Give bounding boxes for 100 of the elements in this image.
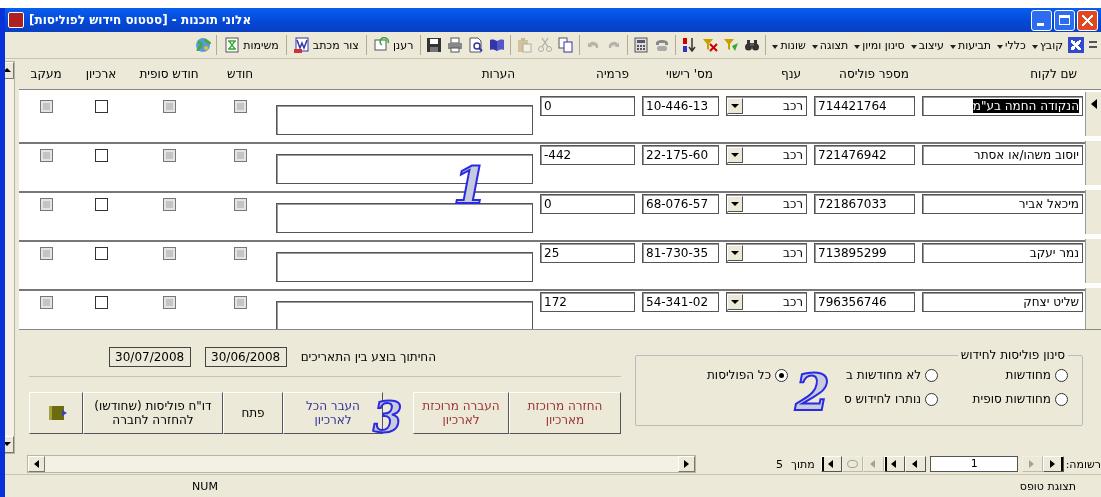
premium-field[interactable]: 0 [540, 194, 635, 214]
branch-dropdown[interactable]: רכב [726, 96, 807, 116]
column-header: חודש [225, 67, 255, 81]
license-number-field[interactable]: 10-446-13 [642, 96, 719, 116]
next-record-button[interactable] [904, 456, 926, 472]
dropdown-button[interactable] [727, 294, 743, 310]
license-number-field[interactable]: 22-175-60 [642, 145, 719, 165]
to-date-field[interactable]: 30/07/2008 [108, 347, 191, 367]
from-date-field[interactable]: 30/06/2008 [204, 347, 287, 367]
customer-name-field[interactable]: נמר יעקב [922, 243, 1083, 263]
telephone-icon[interactable] [654, 37, 671, 53]
callout-number: 2 [795, 368, 830, 418]
tasks-button[interactable]: משימות [222, 37, 281, 53]
branch-dropdown[interactable]: רכב [726, 145, 807, 165]
customer-name-field[interactable]: הנקודה החמה בע"מ [922, 96, 1083, 116]
policy-number-field[interactable]: 714421764 [814, 96, 915, 116]
record-selector[interactable] [1085, 92, 1101, 136]
num-lock-indicator: NUM [191, 479, 219, 493]
notes-field[interactable] [276, 252, 533, 282]
horizontal-scrollbar[interactable] [27, 455, 696, 473]
premium-field[interactable]: 0 [540, 96, 635, 116]
first-record-button[interactable] [1042, 456, 1064, 472]
premium-field[interactable]: -442 [540, 145, 635, 165]
close-form-icon[interactable] [1068, 37, 1084, 53]
checkbox[interactable] [94, 149, 108, 162]
column-header: שם לקוח [1029, 67, 1078, 81]
last-record-button[interactable] [820, 456, 842, 472]
column-header: ארכיון [84, 67, 118, 81]
menu-item[interactable]: תצוגה [810, 38, 849, 52]
column-header: חודש סופית [138, 67, 200, 81]
customer-name-field[interactable]: מיכאל אביר [922, 194, 1083, 214]
policy-number-field[interactable]: 721867033 [814, 194, 915, 214]
printer-icon[interactable] [447, 37, 464, 53]
policy-number-field[interactable]: 721476942 [814, 145, 915, 165]
checkbox[interactable] [94, 198, 108, 211]
minimize-button[interactable] [1031, 9, 1052, 31]
notes-field[interactable] [276, 301, 533, 329]
calculator-icon[interactable] [633, 37, 650, 53]
dropdown-button[interactable] [727, 245, 743, 261]
license-number-field[interactable]: 54-341-02 [642, 292, 719, 312]
notes-field[interactable] [276, 203, 533, 233]
save-icon[interactable] [426, 37, 443, 53]
checkbox[interactable] [94, 296, 108, 309]
menu-item[interactable]: שונות [771, 38, 806, 52]
checkbox[interactable] [94, 100, 108, 113]
customer-name-field[interactable]: שליט יצחק [922, 292, 1083, 312]
checkbox[interactable] [94, 247, 108, 260]
menu-item[interactable]: תביעות [948, 38, 992, 52]
menu-item[interactable]: עיצוב [909, 38, 944, 52]
radio-button[interactable] [925, 368, 938, 382]
document-refresh-icon [373, 37, 390, 53]
menu-item[interactable]: כללי [996, 38, 1026, 52]
sort-icon[interactable] [681, 37, 698, 53]
menu-item[interactable]: קובץ [1030, 38, 1063, 52]
action-button[interactable]: פתח [223, 392, 283, 434]
close-button[interactable] [1077, 9, 1098, 31]
exit-button[interactable] [29, 392, 83, 434]
radio-button[interactable] [1055, 368, 1068, 382]
menu-item[interactable]: סינון ומיון [853, 38, 905, 52]
print-preview-icon[interactable] [468, 37, 485, 53]
record-number-field[interactable]: 1 [929, 456, 1018, 472]
maximize-button[interactable] [1054, 9, 1075, 31]
radio-button[interactable] [925, 392, 938, 406]
notes-field[interactable] [276, 105, 533, 135]
action-button[interactable]: החזרה מרוכזת מארכיון [509, 392, 621, 434]
dropdown-button[interactable] [727, 98, 743, 114]
radio-button[interactable] [775, 368, 788, 382]
branch-dropdown[interactable]: רכב [726, 243, 807, 263]
scroll-right-button[interactable] [28, 456, 45, 472]
license-number-field[interactable]: 81-730-35 [642, 243, 719, 263]
policy-number-field[interactable]: 713895299 [814, 243, 915, 263]
branch-dropdown[interactable]: רכב [726, 194, 807, 214]
license-number-field[interactable]: 68-076-57 [642, 194, 719, 214]
create-letter-button[interactable]: צור מכתב [291, 37, 361, 53]
dropdown-button[interactable] [727, 147, 743, 163]
radio-option[interactable]: מחודשות סופית [938, 392, 1068, 406]
policy-number-field[interactable]: 796356746 [814, 292, 915, 312]
scroll-left-button[interactable] [678, 456, 695, 472]
premium-field[interactable]: 172 [540, 292, 635, 312]
group-label: סינון פוליסות לחידוש [959, 348, 1066, 362]
dropdown-button[interactable] [727, 196, 743, 212]
binoculars-icon[interactable] [744, 37, 761, 53]
record-count-label: מתוך [791, 457, 815, 471]
action-button[interactable]: העברה מרוכזת לארכיון [413, 392, 509, 434]
column-header: ענף [780, 67, 802, 81]
column-header: מעקב [29, 67, 63, 81]
radio-option[interactable]: כל הפוליסות [650, 368, 788, 382]
radio-option[interactable]: מחודשות [938, 368, 1068, 382]
action-button[interactable]: דו"ח פוליסות (שחודשו) להחזרה לחברה [83, 392, 223, 434]
book-icon[interactable] [489, 37, 506, 53]
radio-button[interactable] [1055, 392, 1068, 406]
task-list-icon [224, 37, 241, 53]
customer-name-field[interactable]: יוסוב משהו/או אסתר [922, 145, 1083, 165]
copy-icon[interactable] [558, 37, 575, 53]
last-record-button[interactable] [883, 456, 905, 472]
refresh-button[interactable]: רענן [371, 37, 416, 53]
window-title: אלוני תוכנות - [סטטוס חידוש לפוליסות] [29, 13, 252, 27]
branch-dropdown[interactable]: רכב [726, 292, 807, 312]
funnel-cross-icon[interactable] [702, 37, 719, 53]
premium-field[interactable]: 25 [540, 243, 635, 263]
